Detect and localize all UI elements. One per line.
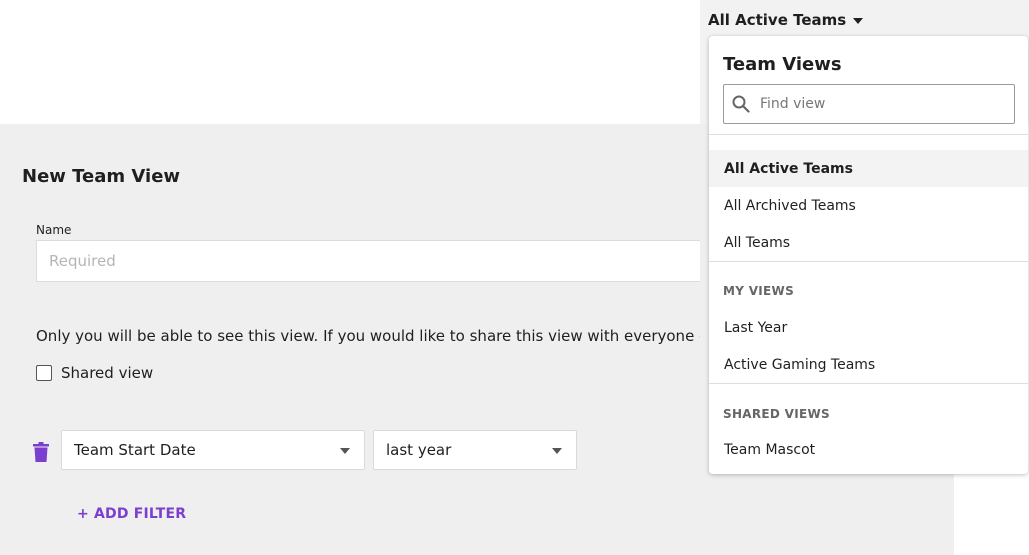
filter-field-value: Team Start Date <box>74 441 196 459</box>
filter-field-select[interactable]: Team Start Date <box>61 430 365 470</box>
shared-view-checkbox[interactable] <box>36 365 52 381</box>
view-item-active-gaming-teams[interactable]: Active Gaming Teams <box>709 346 1028 383</box>
chevron-down-icon <box>552 448 562 454</box>
dropdown-title: Team Views <box>723 54 842 75</box>
view-switcher-label: All Active Teams <box>708 11 847 29</box>
team-views-dropdown: Team Views All Active Teams All Archived… <box>709 36 1028 474</box>
view-item-all-archived-teams[interactable]: All Archived Teams <box>709 187 1028 224</box>
shared-view-row[interactable]: Shared view <box>36 364 153 382</box>
find-view-input[interactable] <box>758 95 1002 113</box>
divider <box>709 261 1028 262</box>
trash-icon[interactable] <box>33 442 49 462</box>
page-title: New Team View <box>22 166 181 187</box>
find-view-search[interactable] <box>723 84 1015 124</box>
view-item-last-year[interactable]: Last Year <box>709 309 1028 346</box>
chevron-down-icon <box>340 448 350 454</box>
filter-value-select[interactable]: last year <box>373 430 577 470</box>
name-input[interactable] <box>36 240 700 282</box>
view-item-all-teams[interactable]: All Teams <box>709 224 1028 261</box>
shared-view-label: Shared view <box>61 364 154 382</box>
divider <box>709 134 1028 135</box>
chevron-down-icon <box>853 18 864 24</box>
view-item-team-mascot[interactable]: Team Mascot <box>709 431 1028 468</box>
name-label: Name <box>36 223 72 237</box>
share-info-text: Only you will be able to see this view. … <box>36 327 700 345</box>
divider <box>709 383 1028 384</box>
view-item-all-active-teams[interactable]: All Active Teams <box>709 150 1028 187</box>
view-switcher[interactable]: All Active Teams <box>708 11 864 29</box>
shared-views-heading: SHARED VIEWS <box>723 407 830 421</box>
add-filter-button[interactable]: + ADD FILTER <box>77 506 186 522</box>
page-background <box>954 474 1029 555</box>
my-views-heading: MY VIEWS <box>723 284 795 298</box>
search-icon <box>732 95 750 113</box>
filter-value-value: last year <box>386 441 452 459</box>
